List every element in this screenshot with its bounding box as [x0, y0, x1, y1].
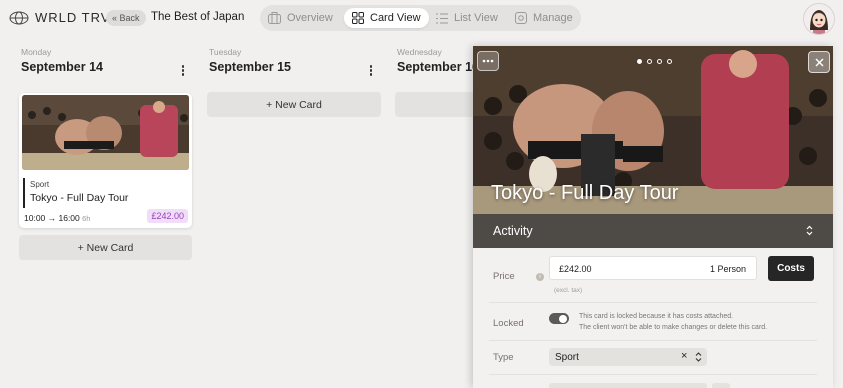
list-icon	[436, 13, 448, 23]
project-title: The Best of Japan	[151, 11, 245, 23]
card-duration: 6h	[82, 214, 91, 223]
info-icon[interactable]: i	[536, 273, 544, 281]
price-field[interactable]: £242.00 1 Person	[549, 256, 757, 280]
panel-menu-button[interactable]	[477, 51, 499, 71]
card-type: Sport	[30, 180, 50, 189]
next-field-action[interactable]	[712, 383, 730, 388]
card-time: 10:00 → 16:00 6h	[24, 213, 90, 223]
locked-label: Locked	[493, 318, 524, 329]
column-date: September 16	[397, 60, 479, 74]
hero-photo: Tokyo - Full Day Tour	[473, 46, 833, 214]
costs-button[interactable]: Costs	[768, 256, 814, 281]
column-date: September 15	[209, 60, 291, 74]
avatar-image	[804, 4, 834, 34]
user-avatar[interactable]	[803, 3, 835, 35]
divider	[489, 340, 817, 341]
tab-card-view-label: Card View	[370, 12, 421, 24]
price-value: £242.00	[559, 264, 592, 274]
tab-card-view[interactable]: Card View	[344, 8, 429, 28]
activity-card[interactable]: Sport Tokyo - Full Day Tour 10:00 → 16:0…	[19, 93, 192, 228]
category-label: Activity	[493, 224, 533, 238]
next-field[interactable]	[549, 383, 707, 388]
tab-manage-label: Manage	[533, 12, 573, 24]
type-label: Type	[493, 352, 514, 363]
column-day-label: Tuesday	[209, 47, 242, 57]
price-quantity: 1 Person	[709, 264, 746, 274]
column-menu-icon[interactable]	[369, 65, 373, 77]
column-day-label: Wednesday	[397, 47, 442, 57]
divider	[489, 374, 817, 375]
locked-note-line: This card is locked because it has costs…	[579, 313, 734, 320]
card-accent-bar	[23, 178, 25, 208]
new-card-button[interactable]: + New Card	[19, 235, 192, 260]
locked-toggle[interactable]	[549, 313, 569, 324]
app-logo[interactable]: WRLD TRVL	[9, 10, 119, 25]
tab-list-view-label: List View	[454, 12, 498, 24]
tab-list-view[interactable]: List View	[436, 8, 498, 28]
card-price-badge: £242.00	[147, 209, 188, 223]
suitcase-icon	[268, 12, 281, 24]
top-bar: WRLD TRVL « Back The Best of Japan Overv…	[0, 0, 843, 38]
settings-icon	[515, 12, 527, 24]
grid-icon	[352, 12, 364, 24]
type-value: Sport	[555, 352, 579, 363]
column-date: September 14	[21, 60, 103, 74]
card-detail-panel: Tokyo - Full Day Tour Activity Price i £…	[473, 46, 833, 388]
excl-tax-note: (excl. tax)	[554, 287, 583, 294]
tab-overview-label: Overview	[287, 12, 333, 24]
view-switcher: Overview Card View List View Manage	[260, 5, 581, 31]
gallery-dot[interactable]	[657, 59, 662, 64]
divider	[489, 302, 817, 303]
card-photo	[22, 95, 189, 170]
card-time-range: 10:00 → 16:00	[24, 213, 80, 223]
locked-note: This card is locked because it has costs…	[579, 311, 767, 333]
tab-manage[interactable]: Manage	[515, 8, 573, 28]
new-card-button[interactable]	[395, 92, 475, 117]
card-title: Tokyo - Full Day Tour	[30, 192, 129, 204]
locked-note-line: The client won't be able to make changes…	[579, 324, 768, 331]
close-panel-button[interactable]	[808, 51, 830, 73]
price-label: Price	[493, 271, 515, 282]
category-selector[interactable]: Activity	[473, 214, 833, 248]
column-day-label: Monday	[21, 47, 52, 57]
gallery-dot[interactable]	[647, 59, 652, 64]
gallery-dot[interactable]	[637, 59, 642, 64]
close-icon	[815, 58, 823, 66]
gallery-dot[interactable]	[667, 59, 672, 64]
back-button[interactable]: « Back	[106, 10, 146, 26]
clear-icon[interactable]: ×	[681, 350, 687, 362]
chevron-updown-icon	[695, 352, 702, 362]
more-horizontal-icon	[482, 59, 494, 63]
panel-title: Tokyo - Full Day Tour	[491, 182, 679, 204]
new-card-button[interactable]: + New Card	[207, 92, 381, 117]
gallery-indicator	[637, 59, 672, 64]
type-select[interactable]: Sport ×	[549, 348, 707, 366]
tab-overview[interactable]: Overview	[268, 8, 333, 28]
globe-icon	[9, 11, 29, 24]
column-menu-icon[interactable]	[181, 65, 185, 77]
chevron-updown-icon	[806, 225, 813, 236]
